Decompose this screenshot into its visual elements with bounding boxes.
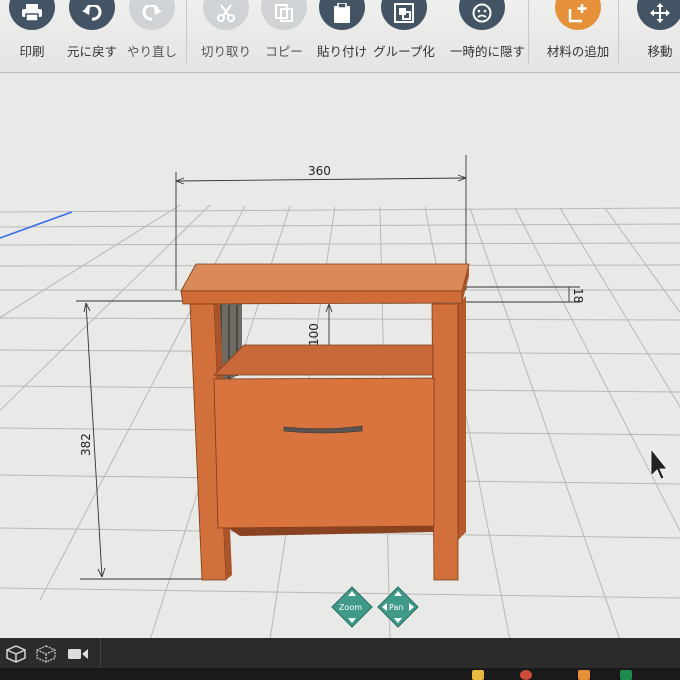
redo-label: やり直し (126, 44, 177, 59)
copy-button[interactable]: コピー (252, 0, 316, 68)
cube-wireframe-icon (6, 645, 26, 663)
camera-button[interactable] (66, 644, 90, 664)
mouse-cursor-icon (650, 447, 668, 480)
app-screen: 印刷 元に戻す やり直し 切り取り コピー 貼り付け グループ化 一時的に隠す … (0, 0, 680, 680)
toolbar-separator (528, 0, 529, 64)
move-button[interactable]: 移動 (628, 0, 680, 68)
add-material-label: 材料の追加 (546, 44, 610, 59)
print-label: 印刷 (19, 44, 45, 59)
add-material-button[interactable]: 材料の追加 (546, 0, 610, 68)
right-leg (431, 303, 459, 581)
hide-face-icon (459, 0, 505, 30)
shelf-gap-dimension-label: 100 (307, 323, 321, 346)
add-material-icon (555, 0, 601, 30)
view-bar-separator (100, 638, 101, 670)
undo-icon (69, 0, 115, 30)
axis-line-blue (0, 211, 73, 239)
group-label: グループ化 (373, 44, 435, 59)
top-board-surface (180, 263, 470, 292)
print-button[interactable]: 印刷 (0, 0, 64, 68)
top-board-edge (180, 290, 463, 305)
undo-button[interactable]: 元に戻す (60, 0, 124, 68)
toolbar-separator (186, 0, 187, 64)
pan-control[interactable]: Pan (377, 586, 419, 628)
os-taskbar (0, 668, 680, 680)
taskbar-app-icon[interactable] (578, 670, 590, 680)
view-mode-bar (0, 638, 680, 670)
3d-scene: 360 382 100 18 Zoom Pan (0, 155, 680, 638)
cut-label: 切り取り (200, 44, 251, 59)
hide-temporarily-label: 一時的に隠す (450, 44, 526, 59)
paste-label: 貼り付け (316, 44, 367, 59)
group-button[interactable]: グループ化 (372, 0, 436, 68)
video-camera-icon (68, 649, 88, 659)
copy-icon (261, 0, 307, 30)
middle-shelf (213, 344, 434, 376)
taskbar-spreadsheet-icon[interactable] (620, 670, 632, 680)
print-icon (9, 0, 55, 30)
pan-label: Pan (389, 603, 403, 612)
redo-icon (129, 0, 175, 30)
paste-icon (319, 0, 365, 30)
top-thickness-dimension-label: 18 (571, 288, 585, 303)
width-dimension-label: 360 (308, 164, 331, 178)
scissors-icon (203, 0, 249, 30)
zoom-label: Zoom (339, 603, 362, 612)
group-icon (381, 0, 427, 30)
nightstand-model[interactable] (180, 263, 470, 581)
main-toolbar: 印刷 元に戻す やり直し 切り取り コピー 貼り付け グループ化 一時的に隠す … (0, 0, 680, 73)
height-dimension-label: 382 (79, 433, 93, 456)
taskbar-folder-icon[interactable] (472, 670, 484, 680)
redo-button[interactable]: やり直し (120, 0, 184, 68)
cut-button[interactable]: 切り取り (194, 0, 258, 68)
toolbar-separator (618, 0, 619, 64)
view-perspective-button[interactable] (4, 644, 28, 664)
3d-viewport[interactable]: 360 382 100 18 Zoom Pan (0, 73, 680, 638)
hide-temporarily-button[interactable]: 一時的に隠す (450, 0, 526, 68)
drawer-front (213, 377, 435, 529)
view-iso-button[interactable] (34, 644, 58, 664)
move-label: 移動 (647, 44, 673, 59)
copy-label: コピー (265, 44, 303, 59)
paste-button[interactable]: 貼り付け (310, 0, 374, 68)
undo-label: 元に戻す (66, 44, 117, 59)
right-side-panel (458, 296, 466, 540)
move-arrows-icon (637, 0, 680, 30)
taskbar-browser-icon[interactable] (520, 670, 532, 680)
cube-icon (36, 645, 56, 663)
